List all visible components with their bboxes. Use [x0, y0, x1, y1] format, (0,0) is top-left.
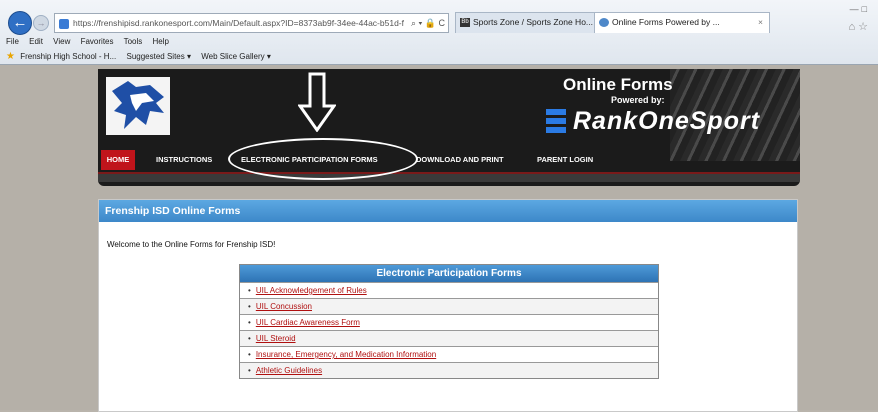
back-button[interactable]: ←: [8, 11, 32, 35]
menu-edit[interactable]: Edit: [29, 37, 43, 46]
tab-label: Sports Zone / Sports Zone Ho...: [473, 17, 594, 27]
nav-parent-login[interactable]: PARENT LOGIN: [537, 150, 593, 170]
list-item: • UIL Acknowledgement of Rules: [240, 282, 658, 298]
url-text: https://frenshipisd.rankonesport.com/Mai…: [73, 18, 404, 28]
list-item: • UIL Steroid: [240, 330, 658, 346]
forward-button[interactable]: →: [33, 15, 49, 31]
form-link-cardiac[interactable]: UIL Cardiac Awareness Form: [256, 318, 360, 327]
nav-home[interactable]: HOME: [101, 150, 135, 170]
list-item: • UIL Cardiac Awareness Form: [240, 314, 658, 330]
window-controls[interactable]: —□: [850, 4, 870, 14]
ie-page-icon: [599, 18, 609, 28]
rankone-mark-icon: [546, 109, 566, 136]
home-star-icons[interactable]: ⌂ ☆: [848, 20, 868, 33]
list-item: • Athletic Guidelines: [240, 362, 658, 378]
panther-logo-icon: [106, 77, 170, 135]
welcome-text: Welcome to the Online Forms for Frenship…: [107, 240, 276, 249]
rankonesport-logo: RankOneSport: [573, 107, 761, 135]
bullet-icon: •: [248, 286, 251, 295]
tab-online-forms[interactable]: Online Forms Powered by ... ×: [594, 12, 770, 33]
down-arrow-icon: [298, 72, 336, 132]
web-page: Online Forms Powered by: RankOneSport HO…: [0, 65, 878, 412]
bullet-icon: •: [248, 334, 251, 343]
tab-sports-zone[interactable]: Bb Sports Zone / Sports Zone Ho...: [455, 12, 596, 33]
highlight-circle: [228, 138, 418, 180]
form-link-insurance[interactable]: Insurance, Emergency, and Medication Inf…: [256, 350, 436, 359]
main-nav: HOME INSTRUCTIONS ELECTRONIC PARTICIPATI…: [98, 150, 800, 170]
form-link-acknowledgement[interactable]: UIL Acknowledgement of Rules: [256, 286, 367, 295]
favorite-web-slice[interactable]: Web Slice Gallery ▾: [201, 52, 271, 61]
address-bar[interactable]: https://frenshipisd.rankonesport.com/Mai…: [54, 13, 449, 33]
menu-tools[interactable]: Tools: [124, 37, 143, 46]
bullet-icon: •: [248, 350, 251, 359]
header-bottom-bar: [98, 172, 800, 182]
site-favicon-icon: [59, 18, 69, 29]
menu-help[interactable]: Help: [153, 37, 169, 46]
tab-label: Online Forms Powered by ...: [612, 17, 720, 27]
form-link-athletic-guidelines[interactable]: Athletic Guidelines: [256, 366, 322, 375]
online-forms-title: Online Forms: [563, 75, 673, 94]
menu-bar: File Edit View Favorites Tools Help: [6, 37, 177, 46]
form-link-steroid[interactable]: UIL Steroid: [256, 334, 296, 343]
site-header: Online Forms Powered by: RankOneSport HO…: [98, 69, 800, 186]
menu-favorites[interactable]: Favorites: [81, 37, 114, 46]
powered-by-label: Powered by:: [611, 95, 665, 105]
main-content: Frenship ISD Online Forms Welcome to the…: [98, 199, 798, 412]
favorite-frenship[interactable]: Frenship High School - H...: [20, 52, 116, 61]
favorites-star-icon[interactable]: ★: [6, 51, 15, 62]
bullet-icon: •: [248, 302, 251, 311]
bullet-icon: •: [248, 318, 251, 327]
favorite-suggested-sites[interactable]: Suggested Sites ▾: [126, 52, 191, 61]
browser-chrome: ← → https://frenshipisd.rankonesport.com…: [0, 0, 878, 65]
list-item: • UIL Concussion: [240, 298, 658, 314]
close-tab-icon[interactable]: ×: [758, 13, 763, 32]
nav-download-and-print[interactable]: DOWNLOAD AND PRINT: [416, 150, 504, 170]
forms-panel-title: Electronic Participation Forms: [240, 265, 658, 282]
form-link-concussion[interactable]: UIL Concussion: [256, 302, 312, 311]
blackboard-icon: Bb: [460, 18, 470, 28]
favorites-bar: ★ Frenship High School - H... Suggested …: [6, 51, 279, 62]
forms-panel: Electronic Participation Forms • UIL Ackn…: [239, 264, 659, 379]
menu-view[interactable]: View: [53, 37, 70, 46]
content-title: Frenship ISD Online Forms: [99, 200, 797, 222]
address-bar-controls[interactable]: ⌕ ▾ 🔒 C: [411, 14, 445, 32]
list-item: • Insurance, Emergency, and Medication In…: [240, 346, 658, 362]
bullet-icon: •: [248, 366, 251, 375]
nav-instructions[interactable]: INSTRUCTIONS: [156, 150, 212, 170]
menu-file[interactable]: File: [6, 37, 19, 46]
